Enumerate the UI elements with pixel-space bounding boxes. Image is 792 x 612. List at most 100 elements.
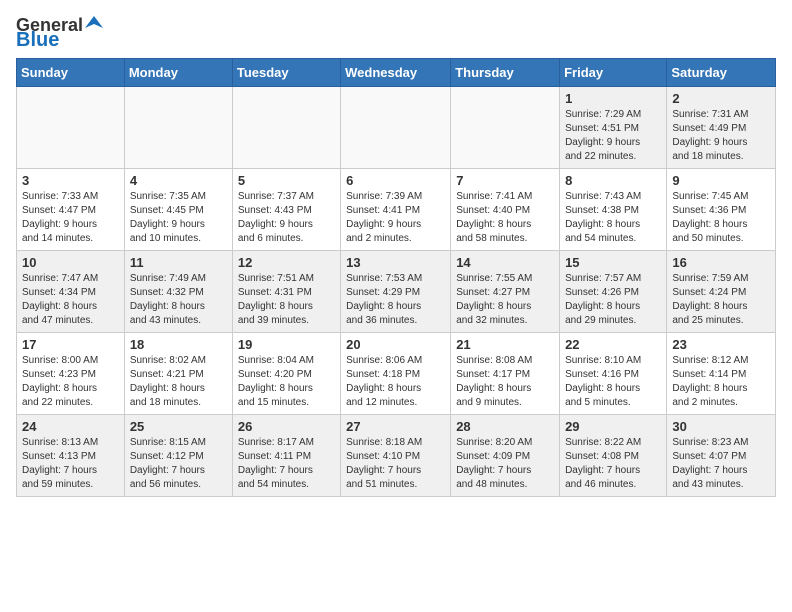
- calendar-cell: 5Sunrise: 7:37 AM Sunset: 4:43 PM Daylig…: [232, 169, 340, 251]
- day-header-thursday: Thursday: [451, 59, 560, 87]
- day-info: Sunrise: 7:55 AM Sunset: 4:27 PM Dayligh…: [456, 272, 554, 328]
- day-info: Sunrise: 7:33 AM Sunset: 4:47 PM Dayligh…: [22, 190, 119, 246]
- day-number: 27: [346, 419, 445, 434]
- day-number: 30: [672, 419, 770, 434]
- calendar-week-row: 1 Sunrise: 7:29 AM Sunset: 4:51 PM Daylig…: [17, 87, 776, 169]
- calendar-cell: [341, 87, 451, 169]
- day-info: Sunrise: 7:35 AM Sunset: 4:45 PM Dayligh…: [130, 190, 227, 246]
- day-info: Sunrise: 8:18 AM Sunset: 4:10 PM Dayligh…: [346, 436, 445, 492]
- day-number: 19: [238, 337, 335, 352]
- day-number: 3: [22, 173, 119, 188]
- day-info: Sunrise: 8:08 AM Sunset: 4:17 PM Dayligh…: [456, 354, 554, 410]
- calendar-cell: 20 Sunrise: 8:06 AM Sunset: 4:18 PM Dayli…: [341, 333, 451, 415]
- calendar-cell: 10 Sunrise: 7:47 AM Sunset: 4:34 PM Dayli…: [17, 251, 125, 333]
- day-header-saturday: Saturday: [667, 59, 776, 87]
- day-info: Sunrise: 7:49 AM Sunset: 4:32 PM Dayligh…: [130, 272, 227, 328]
- calendar-cell: 18 Sunrise: 8:02 AM Sunset: 4:21 PM Dayli…: [124, 333, 232, 415]
- calendar-cell: 14Sunrise: 7:55 AM Sunset: 4:27 PM Dayli…: [451, 251, 560, 333]
- day-info: Sunrise: 8:10 AM Sunset: 4:16 PM Dayligh…: [565, 354, 661, 410]
- calendar-cell: 19 Sunrise: 8:04 AM Sunset: 4:20 PM Dayli…: [232, 333, 340, 415]
- day-number: 7: [456, 173, 554, 188]
- day-number: 2: [672, 91, 770, 106]
- day-info: Sunrise: 7:29 AM Sunset: 4:51 PM Dayligh…: [565, 108, 661, 164]
- logo-blue: Blue: [16, 30, 59, 50]
- calendar-week-row: 3 Sunrise: 7:33 AM Sunset: 4:47 PM Daylig…: [17, 169, 776, 251]
- day-number: 1: [565, 91, 661, 106]
- day-number: 13: [346, 255, 445, 270]
- day-header-sunday: Sunday: [17, 59, 125, 87]
- calendar-cell: 30 Sunrise: 8:23 AM Sunset: 4:07 PM Dayli…: [667, 415, 776, 497]
- day-number: 29: [565, 419, 661, 434]
- calendar-header-row: SundayMondayTuesdayWednesdayThursdayFrid…: [17, 59, 776, 87]
- header: General Blue: [16, 16, 776, 50]
- day-info: Sunrise: 7:41 AM Sunset: 4:40 PM Dayligh…: [456, 190, 554, 246]
- day-number: 20: [346, 337, 445, 352]
- calendar-week-row: 17Sunrise: 8:00 AM Sunset: 4:23 PM Dayli…: [17, 333, 776, 415]
- calendar-cell: 4 Sunrise: 7:35 AM Sunset: 4:45 PM Daylig…: [124, 169, 232, 251]
- calendar-cell: 3 Sunrise: 7:33 AM Sunset: 4:47 PM Daylig…: [17, 169, 125, 251]
- calendar-cell: 21 Sunrise: 8:08 AM Sunset: 4:17 PM Dayli…: [451, 333, 560, 415]
- day-info: Sunrise: 7:39 AM Sunset: 4:41 PM Dayligh…: [346, 190, 445, 246]
- day-info: Sunrise: 7:57 AM Sunset: 4:26 PM Dayligh…: [565, 272, 661, 328]
- day-number: 4: [130, 173, 227, 188]
- day-info: Sunrise: 8:02 AM Sunset: 4:21 PM Dayligh…: [130, 354, 227, 410]
- calendar-cell: 29 Sunrise: 8:22 AM Sunset: 4:08 PM Dayli…: [560, 415, 667, 497]
- calendar-cell: 12 Sunrise: 7:51 AM Sunset: 4:31 PM Dayli…: [232, 251, 340, 333]
- day-info: Sunrise: 7:53 AM Sunset: 4:29 PM Dayligh…: [346, 272, 445, 328]
- day-info: Sunrise: 8:06 AM Sunset: 4:18 PM Dayligh…: [346, 354, 445, 410]
- day-info: Sunrise: 8:04 AM Sunset: 4:20 PM Dayligh…: [238, 354, 335, 410]
- day-info: Sunrise: 8:15 AM Sunset: 4:12 PM Dayligh…: [130, 436, 227, 492]
- day-number: 26: [238, 419, 335, 434]
- calendar-cell: [124, 87, 232, 169]
- calendar-cell: [17, 87, 125, 169]
- calendar-cell: 11 Sunrise: 7:49 AM Sunset: 4:32 PM Dayli…: [124, 251, 232, 333]
- calendar-cell: 17Sunrise: 8:00 AM Sunset: 4:23 PM Dayli…: [17, 333, 125, 415]
- calendar-cell: [451, 87, 560, 169]
- calendar-cell: 26 Sunrise: 8:17 AM Sunset: 4:11 PM Dayli…: [232, 415, 340, 497]
- day-info: Sunrise: 8:23 AM Sunset: 4:07 PM Dayligh…: [672, 436, 770, 492]
- day-number: 12: [238, 255, 335, 270]
- day-number: 21: [456, 337, 554, 352]
- day-info: Sunrise: 7:59 AM Sunset: 4:24 PM Dayligh…: [672, 272, 770, 328]
- day-info: Sunrise: 7:43 AM Sunset: 4:38 PM Dayligh…: [565, 190, 661, 246]
- day-info: Sunrise: 8:12 AM Sunset: 4:14 PM Dayligh…: [672, 354, 770, 410]
- day-number: 8: [565, 173, 661, 188]
- day-header-monday: Monday: [124, 59, 232, 87]
- calendar-cell: 9 Sunrise: 7:45 AM Sunset: 4:36 PM Daylig…: [667, 169, 776, 251]
- day-info: Sunrise: 8:22 AM Sunset: 4:08 PM Dayligh…: [565, 436, 661, 492]
- day-number: 18: [130, 337, 227, 352]
- day-info: Sunrise: 8:20 AM Sunset: 4:09 PM Dayligh…: [456, 436, 554, 492]
- day-number: 6: [346, 173, 445, 188]
- calendar-cell: 2 Sunrise: 7:31 AM Sunset: 4:49 PM Daylig…: [667, 87, 776, 169]
- day-header-tuesday: Tuesday: [232, 59, 340, 87]
- day-number: 17: [22, 337, 119, 352]
- calendar-cell: 28 Sunrise: 8:20 AM Sunset: 4:09 PM Dayli…: [451, 415, 560, 497]
- day-info: Sunrise: 7:51 AM Sunset: 4:31 PM Dayligh…: [238, 272, 335, 328]
- calendar-cell: 23Sunrise: 8:12 AM Sunset: 4:14 PM Dayli…: [667, 333, 776, 415]
- day-number: 15: [565, 255, 661, 270]
- calendar-week-row: 10 Sunrise: 7:47 AM Sunset: 4:34 PM Dayli…: [17, 251, 776, 333]
- calendar-cell: 25Sunrise: 8:15 AM Sunset: 4:12 PM Dayli…: [124, 415, 232, 497]
- day-number: 9: [672, 173, 770, 188]
- day-info: Sunrise: 7:47 AM Sunset: 4:34 PM Dayligh…: [22, 272, 119, 328]
- day-number: 16: [672, 255, 770, 270]
- calendar-cell: 27 Sunrise: 8:18 AM Sunset: 4:10 PM Dayli…: [341, 415, 451, 497]
- day-number: 10: [22, 255, 119, 270]
- calendar-cell: 1 Sunrise: 7:29 AM Sunset: 4:51 PM Daylig…: [560, 87, 667, 169]
- calendar-cell: 16 Sunrise: 7:59 AM Sunset: 4:24 PM Dayli…: [667, 251, 776, 333]
- calendar-cell: 13 Sunrise: 7:53 AM Sunset: 4:29 PM Dayli…: [341, 251, 451, 333]
- calendar-cell: 22Sunrise: 8:10 AM Sunset: 4:16 PM Dayli…: [560, 333, 667, 415]
- calendar-cell: 24Sunrise: 8:13 AM Sunset: 4:13 PM Dayli…: [17, 415, 125, 497]
- calendar-cell: 7 Sunrise: 7:41 AM Sunset: 4:40 PM Daylig…: [451, 169, 560, 251]
- day-info: Sunrise: 7:45 AM Sunset: 4:36 PM Dayligh…: [672, 190, 770, 246]
- day-number: 28: [456, 419, 554, 434]
- day-info: Sunrise: 7:31 AM Sunset: 4:49 PM Dayligh…: [672, 108, 770, 164]
- day-info: Sunrise: 7:37 AM Sunset: 4:43 PM Dayligh…: [238, 190, 335, 246]
- day-number: 24: [22, 419, 119, 434]
- calendar-cell: [232, 87, 340, 169]
- calendar-cell: 6 Sunrise: 7:39 AM Sunset: 4:41 PM Daylig…: [341, 169, 451, 251]
- calendar-cell: 8 Sunrise: 7:43 AM Sunset: 4:38 PM Daylig…: [560, 169, 667, 251]
- day-info: Sunrise: 8:17 AM Sunset: 4:11 PM Dayligh…: [238, 436, 335, 492]
- day-header-wednesday: Wednesday: [341, 59, 451, 87]
- day-number: 11: [130, 255, 227, 270]
